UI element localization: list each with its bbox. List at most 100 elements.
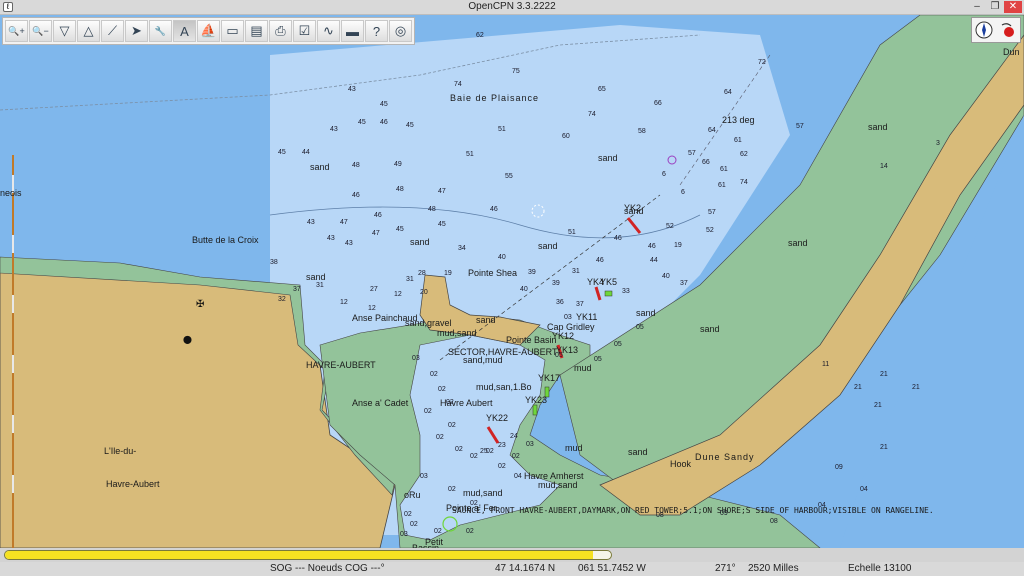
depth-sounding: 05 (614, 341, 622, 348)
depth-sounding: 02 (448, 422, 456, 429)
depth-sounding: 36 (556, 299, 564, 306)
depth-sounding: 74 (454, 81, 462, 88)
depth-sounding: 74 (740, 179, 748, 186)
progress-fill (5, 551, 593, 559)
depth-sounding: 03 (420, 473, 428, 480)
depth-sounding: 45 (358, 119, 366, 126)
checklist-button[interactable]: ☑ (293, 20, 316, 42)
route-manager-icon: ▤ (250, 23, 263, 38)
depth-sounding: 46 (648, 243, 656, 250)
track-button[interactable]: ∿ (317, 20, 340, 42)
zoom-out-button[interactable]: 🔍− (29, 20, 52, 42)
status-longitude: 061 51.7452 W (578, 563, 646, 574)
depth-sounding: 05 (555, 352, 563, 359)
scale-in-button[interactable]: ▽ (53, 20, 76, 42)
chart-label: sand (476, 315, 496, 325)
depth-sounding: 02 (466, 528, 474, 535)
settings-wrench-button[interactable]: 🔧 (149, 20, 172, 42)
depth-sounding: 39 (528, 269, 536, 276)
chart-label: mud (565, 443, 583, 453)
chart-label: sand (310, 162, 330, 172)
chart-label: YK17 (538, 373, 561, 383)
print-button[interactable]: ⎙ (269, 20, 292, 42)
depth-sounding: 62 (476, 32, 484, 39)
depth-sounding: 09 (835, 464, 843, 471)
depth-sounding: 21 (912, 384, 920, 391)
scale-out-button[interactable]: △ (77, 20, 100, 42)
chart-label: sand (410, 237, 430, 247)
status-bar: SOG --- Noeuds COG ---° 47 14.1674 N 061… (0, 562, 1024, 576)
chart-label: Baie de Plaisance (450, 93, 540, 103)
depth-sounding: 03 (400, 531, 408, 538)
depth-sounding: 61 (718, 182, 726, 189)
chart-label: Butte de la Croix (192, 235, 259, 245)
depth-sounding: 25 (480, 448, 488, 455)
depth-sounding: 43 (327, 235, 335, 242)
zoom-in-button[interactable]: 🔍+ (5, 20, 28, 42)
current-tide-icon: ⛵ (200, 23, 217, 38)
auto-follow-icon: ➤ (131, 23, 142, 38)
man-overboard-button[interactable]: ◎ (389, 20, 412, 42)
depth-sounding: 6 (662, 171, 666, 178)
tide-icon: ▭ (226, 23, 239, 38)
chart-label: Pointe Basin (506, 335, 557, 345)
depth-sounding: 51 (568, 229, 576, 236)
depth-sounding: 37 (293, 286, 301, 293)
depth-sounding: 74 (588, 111, 596, 118)
chart-label: Anse a' Cadet (352, 398, 409, 408)
text-toggle-icon: A (180, 23, 189, 39)
chart-label: sand (788, 238, 808, 248)
help-button[interactable]: ? (365, 20, 388, 42)
status-latitude: 47 14.1674 N (495, 563, 556, 574)
chart-label: Havre-Aubert (106, 479, 160, 489)
compass-widget[interactable] (971, 17, 1021, 43)
depth-sounding: 21 (854, 384, 862, 391)
depth-sounding: 46 (614, 235, 622, 242)
close-button[interactable]: ✕ (1004, 1, 1022, 13)
depth-sounding: 46 (596, 257, 604, 264)
depth-sounding: 19 (674, 242, 682, 249)
minimize-button[interactable]: – (970, 1, 984, 13)
depth-sounding: 31 (572, 268, 580, 275)
route-icon: ⟋ (107, 23, 118, 38)
tide-button[interactable]: ▭ (221, 20, 244, 42)
depth-sounding: 40 (498, 254, 506, 261)
settings-wrench-icon: 🔧 (154, 25, 167, 36)
depth-sounding: 46 (490, 206, 498, 213)
chart-bar-button[interactable]: ▬ (341, 20, 364, 42)
route-button[interactable]: ⟋ (101, 20, 124, 42)
depth-sounding: 57 (688, 150, 696, 157)
restore-button[interactable]: ❐ (988, 1, 1002, 13)
depth-sounding: 02 (470, 500, 478, 507)
auto-follow-button[interactable]: ➤ (125, 20, 148, 42)
depth-sounding: 04 (818, 502, 826, 509)
chart-bar-icon: ▬ (346, 23, 359, 39)
depth-sounding: 43 (345, 240, 353, 247)
depth-sounding: 66 (654, 100, 662, 107)
chart-label: sand (636, 308, 656, 318)
depth-sounding: 64 (724, 89, 732, 96)
depth-sounding: 65 (598, 86, 606, 93)
depth-sounding: 55 (505, 173, 513, 180)
chart-label: SAUNCE, FRONT HAVRE-AUBERT,DAYMARK,ON RE… (452, 506, 934, 515)
status-sog-cog: SOG --- Noeuds COG ---° (270, 563, 385, 574)
depth-sounding: 04 (514, 473, 522, 480)
current-tide-button[interactable]: ⛵ (197, 20, 220, 42)
route-manager-button[interactable]: ▤ (245, 20, 268, 42)
chart-label: YK2 (624, 203, 642, 213)
depth-sounding: 24 (510, 433, 518, 440)
depth-sounding: 60 (562, 133, 570, 140)
chart-label: Hook (670, 459, 692, 469)
depth-sounding: 38 (270, 259, 278, 266)
depth-sounding: 02 (446, 399, 454, 406)
buoy-green (604, 290, 613, 297)
chart-label: Dun (1003, 47, 1020, 57)
depth-sounding: 47 (372, 230, 380, 237)
depth-sounding: 08 (656, 512, 664, 519)
gps-status-icon[interactable] (999, 21, 1017, 39)
man-overboard-icon: ◎ (394, 23, 407, 38)
depth-sounding: 02 (410, 521, 418, 528)
compass-icon[interactable] (975, 21, 993, 39)
chart-canvas[interactable]: ✠ ⬤ Baie de Plaisance Butte de la Croix Po… (0, 15, 1024, 548)
text-toggle-button[interactable]: A (173, 20, 196, 42)
